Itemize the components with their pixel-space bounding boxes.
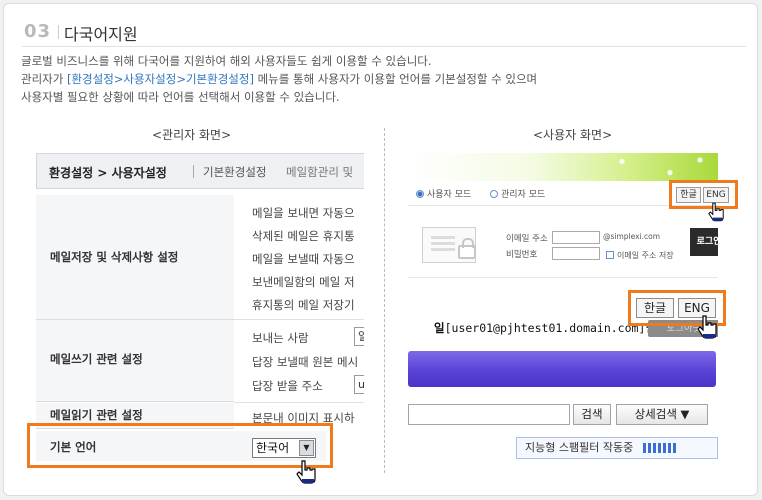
navigation-bar xyxy=(408,351,716,387)
save-email-checkbox[interactable]: 이메일 주소 저장 xyxy=(606,250,674,261)
section-label-read: 메일읽기 관련 설정 xyxy=(50,408,143,422)
login-button[interactable]: 로그인 xyxy=(690,228,718,256)
radio-off-icon xyxy=(490,190,498,198)
header-rule xyxy=(22,46,746,47)
row-divider xyxy=(234,402,364,403)
tab-basic-settings[interactable]: 기본환경설정 xyxy=(203,164,266,180)
checkbox-icon xyxy=(606,251,614,259)
banner-decoration xyxy=(598,153,718,181)
spam-filter-label: 지능형 스팸필터 작동중 xyxy=(525,441,634,454)
chevron-down-icon[interactable]: ▼ xyxy=(299,440,314,456)
greeting-prefix: 일 xyxy=(434,321,445,335)
header-divider xyxy=(58,25,59,39)
hand-cursor-icon xyxy=(697,315,717,339)
mode-user-label: 사용자 모드 xyxy=(427,190,472,200)
breadcrumb: 환경설정 > 사용자설정 기본환경설정 메일함관리 및 xyxy=(36,153,364,189)
panel-divider xyxy=(384,128,385,473)
email-label: 이메일 주소 xyxy=(506,234,548,244)
section-label-mail-storage: 메일저장 및 삭제사항 설정 xyxy=(50,250,179,264)
password-input[interactable] xyxy=(552,247,600,260)
hand-cursor-icon xyxy=(296,460,316,484)
default-language-select[interactable]: 한국어 ▼ xyxy=(252,438,316,458)
spam-filter-status: 지능형 스팸필터 작동중 xyxy=(516,437,718,459)
section-label-language: 기본 언어 xyxy=(50,440,97,454)
tab-mailbox-management[interactable]: 메일함관리 및 xyxy=(286,164,353,180)
settings-item: 삭제된 메일은 휴지통 xyxy=(252,229,355,243)
breadcrumb-divider xyxy=(193,165,194,178)
login-divider xyxy=(408,277,718,278)
menu-path-highlight: [환경설정>사용자설정>기본환경설정] xyxy=(66,72,254,86)
section-label-compose: 메일쓰기 관련 설정 xyxy=(50,352,143,366)
save-email-label: 이메일 주소 저장 xyxy=(617,251,674,260)
description-line-2: 관리자가 [환경설정>사용자설정>기본환경설정] 메뉴를 통해 사용자가 이용할… xyxy=(21,71,537,87)
email-domain: @simplexi.com xyxy=(603,232,661,241)
envelope-lines xyxy=(431,236,455,239)
search-input[interactable] xyxy=(408,404,570,425)
settings-label-cell: 메일쓰기 관련 설정 xyxy=(36,320,234,402)
settings-item: 메일을 보내면 자동으 xyxy=(252,206,355,220)
settings-item: 휴지통의 메일 저장기 xyxy=(252,298,355,312)
advanced-search-button[interactable]: 상세검색 ▼ xyxy=(616,404,708,425)
row-divider xyxy=(234,319,364,320)
settings-item: 메일을 보낼때 자동으 xyxy=(252,252,355,266)
user-caption: <사용자 화면> xyxy=(533,128,613,142)
search-button[interactable]: 검색 xyxy=(573,404,611,425)
settings-item: 보낸메일함의 메일 저 xyxy=(252,275,355,289)
description-line-3: 사용자별 필요한 상황에 따라 언어를 선택해서 이용할 수 있습니다. xyxy=(21,90,340,104)
settings-label-cell: 메일저장 및 삭제사항 설정 xyxy=(36,195,234,320)
activity-bars-icon xyxy=(642,440,678,460)
mode-user-radio[interactable]: 사용자 모드 xyxy=(416,187,471,200)
lang-english-small-button[interactable]: ENG xyxy=(703,187,729,203)
settings-item: 답장 보낼때 원본 메시 xyxy=(252,355,359,369)
password-label: 비밀번호 xyxy=(506,250,538,260)
hand-cursor-icon xyxy=(708,202,724,222)
description-text: 메뉴를 통해 사용자가 이용할 언어를 기본설정할 수 있으며 xyxy=(253,72,538,86)
description-text: 관리자가 xyxy=(21,72,67,86)
email-input[interactable] xyxy=(552,231,600,244)
selected-language: 한국어 xyxy=(256,441,290,455)
description-line-1: 글로벌 비즈니스를 위해 다국어를 지원하여 해외 사용자들도 쉽게 이용할 수… xyxy=(21,54,432,68)
lock-icon xyxy=(458,238,476,259)
sender-input[interactable]: 일 xyxy=(354,327,364,346)
breadcrumb-current: 환경설정 > 사용자설정 xyxy=(49,166,167,180)
section-title: 다국어지원 xyxy=(64,25,138,44)
admin-screen: 환경설정 > 사용자설정 기본환경설정 메일함관리 및 메일저장 및 삭제사항 … xyxy=(36,153,364,469)
lang-korean-small-button[interactable]: 한글 xyxy=(676,187,701,203)
settings-item: 답장 받을 주소 xyxy=(252,379,323,393)
mode-admin-radio[interactable]: 관리자 모드 xyxy=(490,187,545,200)
radio-on-icon xyxy=(416,190,424,198)
lang-korean-button[interactable]: 한글 xyxy=(636,298,674,318)
settings-item: 보내는 사람 xyxy=(252,331,309,345)
section-number: 03 xyxy=(24,21,52,42)
mode-admin-label: 관리자 모드 xyxy=(501,190,546,200)
reply-address-input[interactable]: u xyxy=(354,375,364,394)
admin-caption: <관리자 화면> xyxy=(152,128,232,142)
